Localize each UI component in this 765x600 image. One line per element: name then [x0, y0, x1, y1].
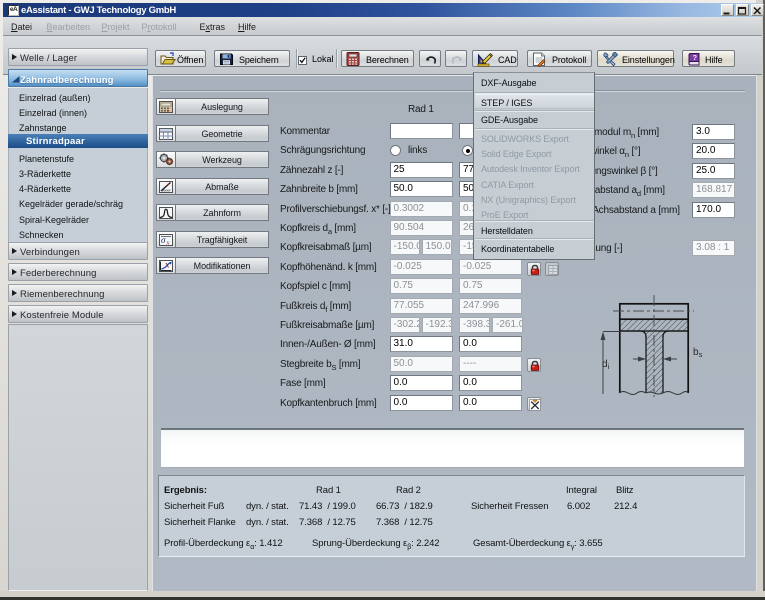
svg-text:?: ?: [693, 53, 698, 62]
svg-text:di: di: [602, 359, 610, 371]
svg-text:x: x: [166, 239, 170, 246]
svg-text:bs: bs: [693, 347, 703, 359]
